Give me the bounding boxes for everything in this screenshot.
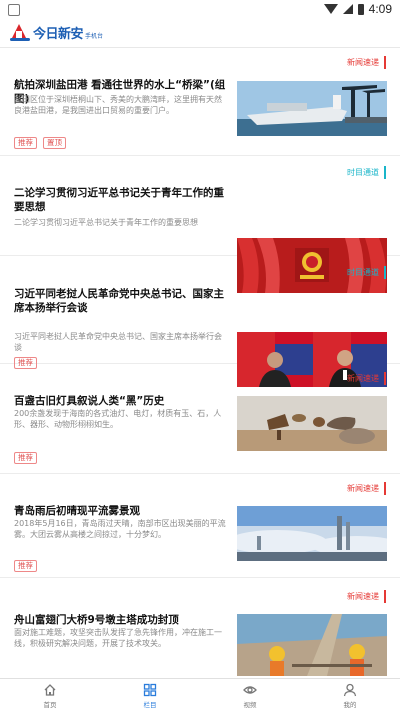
status-time: 4:09 <box>368 2 392 16</box>
status-icons: 4:09 <box>323 2 392 16</box>
logo-title: 今日新安 <box>33 26 84 42</box>
news-summary: 二论学习贯彻习近平总书记关于青年工作的重要思想 <box>14 218 198 227</box>
nav-item-home[interactable]: 首页 <box>0 679 100 712</box>
person-icon <box>343 682 357 697</box>
grid-icon <box>143 682 157 697</box>
nav-label: 栏目 <box>143 701 157 709</box>
chip-recommend: 推荐 <box>14 137 37 149</box>
nav-label: 视频 <box>243 701 257 709</box>
news-chips: 推荐 <box>14 560 37 572</box>
status-bar: 4:09 <box>0 0 400 20</box>
nav-item-video[interactable]: 视频 <box>200 679 300 712</box>
app-notification-icon <box>8 4 20 16</box>
news-thumbnail[interactable] <box>237 81 387 136</box>
nav-label: 首页 <box>43 701 57 709</box>
logo-mark-icon <box>10 22 30 42</box>
chip-pinned: 置顶 <box>43 137 66 149</box>
news-title[interactable]: 二论学习贯彻习近平总书记关于青年工作的重要思想 <box>14 186 228 214</box>
news-thumbnail[interactable] <box>237 506 387 561</box>
news-item[interactable]: 新闻速递 百盏古旧灯具叙说人类“黑”历史 200余盏发现于海南的各式油灯、电灯，… <box>0 364 400 474</box>
nav-label: 我的 <box>343 701 357 709</box>
home-icon <box>43 682 57 696</box>
wifi-icon <box>323 4 338 14</box>
chip-recommend: 推荐 <box>14 452 37 464</box>
logo-subtitle: 手机台 <box>85 32 104 40</box>
news-item[interactable]: 新闻速递 青岛雨后初晴现平流雾景观 2018年5月16日，青岛雨过天晴，南部市区… <box>0 474 400 578</box>
bottom-nav: 首页 栏目 视频 我的 <box>0 678 400 712</box>
category-tag: 新闻速递 <box>347 372 386 385</box>
news-summary: 面对施工难题，攻坚突击队发挥了急先锋作用，冲在施工一线，积极研究解决问题，开展了… <box>14 628 222 648</box>
news-summary: 2018年5月16日，青岛雨过天晴，南部市区出现美丽的平流雾。大团云雾从高楼之间… <box>14 519 226 539</box>
news-item[interactable]: 时目通道 习近平同老挝人民革命党中央总书记、国家主席本扬举行会谈 习近平同老挝人… <box>0 256 400 387</box>
category-tag: 时目通道 <box>347 266 386 279</box>
category-tag: 时目通道 <box>347 166 386 179</box>
news-title[interactable]: 习近平同老挝人民革命党中央总书记、国家主席本扬举行会谈 <box>14 287 228 315</box>
category-tag: 新闻速递 <box>347 590 386 603</box>
news-title[interactable]: 舟山富翅门大桥9号墩主塔成功封顶 <box>14 613 228 627</box>
app-logo[interactable]: 今日新安 手机台 <box>10 22 103 42</box>
news-feed[interactable]: 新闻速递 航拍深圳盐田港 看通往世界的水上“桥梁”(组图) 盐田区位于深圳梧桐山… <box>0 48 400 678</box>
nav-item-mine[interactable]: 我的 <box>300 679 400 712</box>
news-chips: 推荐 置顶 <box>14 137 66 149</box>
news-summary: 200余盏发现于海南的各式油灯、电灯，材质有玉、石，人形、器形、动物形栩栩如生。 <box>14 409 222 429</box>
app-header: 今日新安 手机台 <box>0 20 400 48</box>
news-title[interactable]: 百盏古旧灯具叙说人类“黑”历史 <box>14 394 228 408</box>
news-summary: 盐田区位于深圳梧桐山下、秀美的大鹏湾畔，这里拥有天然良港盐田港，是我国进出口贸易… <box>14 95 222 115</box>
category-tag: 新闻速递 <box>347 56 386 69</box>
news-item[interactable]: 新闻速递 舟山富翅门大桥9号墩主塔成功封顶 面对施工难题，攻坚突击队发挥了急先锋… <box>0 578 400 678</box>
news-item[interactable]: 时目通道 二论学习贯彻习近平总书记关于青年工作的重要思想 二论学习贯彻习近平总书… <box>0 156 400 293</box>
chip-recommend: 推荐 <box>14 560 37 572</box>
news-item[interactable]: 新闻速递 航拍深圳盐田港 看通往世界的水上“桥梁”(组图) 盐田区位于深圳梧桐山… <box>0 48 400 156</box>
category-tag: 新闻速递 <box>347 482 386 495</box>
eye-icon <box>243 682 257 696</box>
news-title[interactable]: 青岛雨后初晴现平流雾景观 <box>14 504 228 518</box>
signal-icon <box>342 4 353 14</box>
news-summary: 习近平同老挝人民革命党中央总书记、国家主席本扬举行会谈 <box>14 332 222 352</box>
news-thumbnail[interactable] <box>237 396 387 451</box>
nav-item-columns[interactable]: 栏目 <box>100 679 200 712</box>
battery-icon <box>357 3 364 15</box>
news-chips: 推荐 <box>14 452 37 464</box>
news-thumbnail[interactable] <box>237 614 387 676</box>
